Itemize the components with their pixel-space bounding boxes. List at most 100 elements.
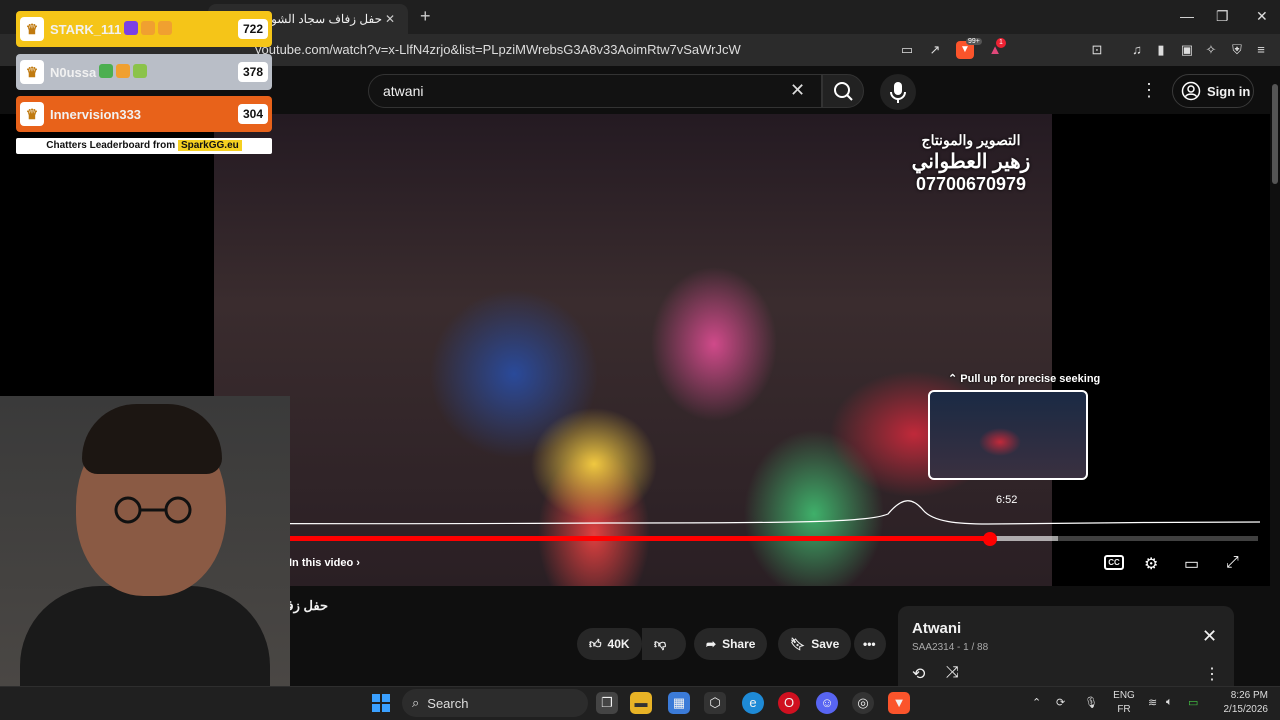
seek-preview-thumbnail (928, 390, 1088, 480)
leo-ai-icon[interactable]: ✧ (1202, 41, 1220, 59)
scrollbar-thumb[interactable] (1272, 84, 1278, 184)
search-icon: ⌕ (412, 695, 420, 710)
playlist-panel: Atwani SAA2314 - 1 / 88 ✕ ⟲ ⤨ ⋮ (898, 606, 1234, 686)
opera-icon[interactable]: O (778, 692, 800, 714)
volume-icon[interactable]: 🔈︎ (1166, 696, 1173, 709)
like-button[interactable]: 👍︎ 40K (577, 628, 642, 660)
screenshot-icon[interactable]: ⊡ (1088, 41, 1106, 59)
brave-icon[interactable]: ▼ (888, 692, 910, 714)
wifi-icon[interactable]: ≋ (1148, 696, 1157, 709)
page-scrollbar[interactable] (1270, 66, 1280, 686)
close-playlist-icon[interactable]: ✕ (1202, 626, 1217, 647)
search-icon (834, 82, 853, 101)
chevron-up-icon: ⌃ (948, 373, 961, 385)
more-actions-button[interactable]: ••• (854, 628, 886, 660)
search-input[interactable]: atwani (368, 74, 822, 108)
wallet-icon[interactable]: ▣ (1178, 41, 1196, 59)
thumbs-up-icon: 👍︎ (589, 636, 602, 651)
crown-icon: ♛ (20, 102, 44, 126)
chevron-right-icon: › (353, 557, 360, 569)
streamer-hair (82, 404, 222, 474)
in-this-video-button[interactable]: In this video › (289, 557, 360, 569)
clock-time: 8:26 PM (1230, 690, 1268, 701)
watermark-line-2: زهير العطواني (911, 151, 1031, 173)
video-watermark: التصوير والمونتاج زهير العطواني 07700670… (906, 132, 1036, 195)
leaderboard-brand: SparkGG.eu (177, 140, 242, 151)
minimize-icon[interactable]: — (1180, 8, 1194, 24)
scrubber-handle[interactable] (982, 532, 997, 546)
clock[interactable]: 8:26 PM 2/15/2026 (1212, 689, 1269, 717)
share-label: Share (722, 637, 756, 651)
playlist-subtitle: SAA2314 - 1 / 88 (912, 642, 989, 653)
save-button[interactable]: 🔖︎ Save (778, 628, 852, 660)
file-explorer-icon[interactable]: ▬ (630, 692, 652, 714)
leaderboard-name: N0ussa (50, 64, 97, 80)
chevron-up-icon[interactable]: ⌃ (1032, 696, 1041, 709)
app-icon[interactable]: ⬡ (704, 692, 726, 714)
microphone-icon (890, 82, 906, 103)
playlist-title[interactable]: Atwani (912, 620, 961, 637)
media-icon[interactable]: ♫ (1128, 41, 1146, 59)
chat-badge-icon (99, 63, 114, 78)
clear-search-icon[interactable]: ✕ (790, 80, 805, 101)
save-label: Save (811, 637, 840, 651)
battery-icon[interactable]: ▭ (1188, 696, 1198, 709)
language-indicator[interactable]: ENG FR (1112, 689, 1136, 717)
lang-line-2: FR (1117, 704, 1131, 715)
chat-badge-icon (124, 20, 139, 35)
edge-icon[interactable]: e (742, 692, 764, 714)
new-tab-icon[interactable]: + (420, 6, 431, 27)
thumbs-down-icon: 👎︎ (654, 636, 667, 651)
chat-badge-icon (133, 63, 148, 78)
share-page-icon[interactable]: ↗ (926, 41, 944, 59)
search-button[interactable] (822, 74, 864, 108)
vpn-icon[interactable]: ⛨ (1228, 41, 1246, 59)
close-tab-icon[interactable]: ✕ (382, 12, 398, 26)
voice-search-button[interactable] (880, 74, 916, 110)
leaderboard-score: 304 (237, 104, 268, 124)
crown-icon: ♛ (20, 17, 44, 41)
taskbar-search[interactable]: ⌕ Search (402, 689, 588, 717)
watermark-line-1: التصوير والمونتاج (921, 132, 1021, 148)
close-window-icon[interactable]: ✕ (1256, 8, 1268, 25)
shields-count-badge: 99+ (966, 38, 982, 45)
sync-icon[interactable]: ⟳ (1056, 696, 1065, 709)
task-view-icon[interactable]: ❐ (596, 692, 618, 714)
settings-gear-icon[interactable]: ⚙ (1144, 554, 1158, 574)
windows-start-icon[interactable] (370, 692, 392, 714)
pull-up-hint: ⌃ Pull up for precise seeking (948, 372, 1100, 385)
obs-icon[interactable]: ◎ (852, 692, 874, 714)
shuffle-icon[interactable]: ⤨ (946, 664, 959, 682)
in-this-video-label: In this video (289, 557, 354, 569)
leaderboard-badges (96, 63, 238, 81)
store-icon[interactable]: ▦ (668, 692, 690, 714)
menu-icon[interactable]: ≡ (1252, 41, 1270, 59)
microphone-tray-icon[interactable]: 🎙︎ (1084, 696, 1098, 709)
captions-icon[interactable]: CC (1104, 555, 1124, 570)
dislike-button[interactable]: 👎︎ (642, 628, 686, 660)
glasses-shape (114, 496, 192, 524)
maximize-icon[interactable]: ❐ (1216, 8, 1229, 25)
url-field[interactable]: youtube.com/watch?v=x-LlfN4zrjo&list=PLp… (255, 42, 741, 57)
streamer-shirt (20, 586, 270, 686)
theater-mode-icon[interactable]: ▭ (1184, 554, 1199, 574)
rewards-badge: 1 (996, 38, 1006, 48)
leaderboard-row: ♛ Innervision333 304 (16, 96, 272, 132)
sidebar-icon[interactable]: ▮ (1152, 41, 1170, 59)
playlist-menu-icon[interactable]: ⋮ (1204, 664, 1220, 684)
discord-icon[interactable]: ☺ (816, 692, 838, 714)
sign-in-button[interactable]: Sign in (1172, 74, 1254, 108)
fullscreen-icon[interactable]: ⤢ (1226, 554, 1239, 572)
cast-icon[interactable]: ▭ (898, 41, 916, 59)
settings-kebab-icon[interactable]: ⋮ (1140, 80, 1158, 101)
windows-logo-icon (372, 694, 390, 712)
share-icon: ➦ (706, 637, 717, 651)
screen: حفل زفاف سجاد الشويلي ز ✕ + — ❐ ✕ youtub… (0, 0, 1280, 720)
bookmark-icon: 🔖︎ (790, 637, 806, 651)
more-icon: ••• (863, 637, 876, 651)
share-button[interactable]: ➦ Share (694, 628, 768, 660)
leaderboard-row: ♛ N0ussa 378 (16, 54, 272, 90)
account-icon (1181, 81, 1201, 101)
loop-icon[interactable]: ⟲ (912, 664, 925, 684)
pull-up-text: Pull up for precise seeking (960, 373, 1101, 385)
